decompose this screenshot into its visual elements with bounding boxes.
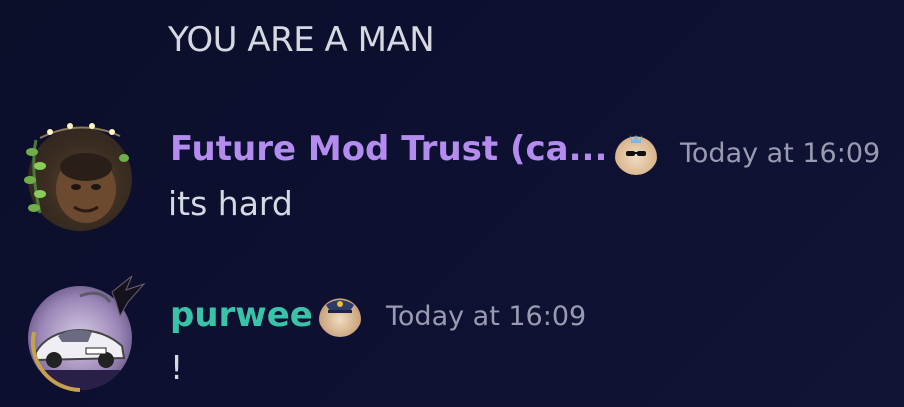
avatar-decoration-moon-bat-icon bbox=[30, 275, 146, 392]
username[interactable]: Future Mod Trust (ca... bbox=[170, 129, 607, 169]
username[interactable]: purwee bbox=[170, 295, 313, 335]
message-timestamp: Today at 16:09 bbox=[680, 138, 881, 169]
message-timestamp: Today at 16:09 bbox=[386, 301, 587, 332]
message-text: its hard bbox=[168, 184, 293, 223]
avatar-decoration-vines-icon bbox=[24, 123, 129, 214]
cat-police-hat-icon[interactable] bbox=[318, 293, 362, 337]
cat-sunglasses-crown-icon[interactable] bbox=[614, 131, 658, 175]
message-text: ! bbox=[170, 348, 184, 387]
previous-message-text: YOU ARE A MAN bbox=[168, 20, 435, 60]
